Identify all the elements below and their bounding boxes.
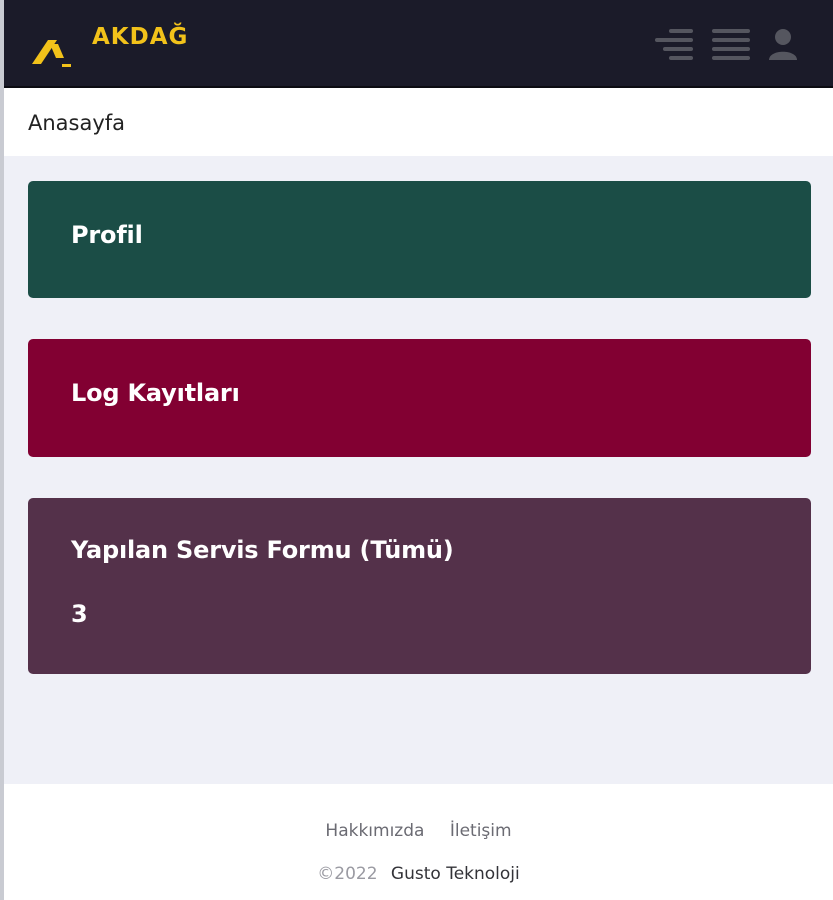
dashboard-content: Profil Log Kayıtları Yapılan Servis Form… — [4, 156, 833, 784]
breadcrumb-current: Anasayfa — [28, 111, 126, 135]
log-records-card-title: Log Kayıtları — [71, 379, 240, 407]
top-navbar: AKDAĞ — [4, 0, 833, 88]
service-forms-card-title: Yapılan Servis Formu (Tümü) — [71, 536, 454, 564]
footer-link-contact[interactable]: İletişim — [450, 821, 512, 841]
log-records-card[interactable]: Log Kayıtları — [28, 339, 811, 457]
service-forms-count: 3 — [71, 600, 88, 628]
sidebar-toggle-icon[interactable] — [655, 27, 695, 61]
breadcrumb: Anasayfa — [4, 90, 833, 156]
company-link[interactable]: Gusto Teknoloji — [391, 864, 520, 884]
service-forms-card[interactable]: Yapılan Servis Formu (Tümü) 3 — [28, 498, 811, 674]
app-frame: AKDAĞ Anasayfa Profil Log Kayıtları Yapı… — [0, 0, 833, 900]
user-icon[interactable] — [767, 27, 799, 61]
menu-icon[interactable] — [711, 27, 751, 61]
brand-logo[interactable]: AKDAĞ — [28, 22, 188, 70]
footer-link-about[interactable]: Hakkımızda — [325, 821, 424, 841]
profile-card-title: Profil — [71, 221, 143, 249]
footer: Hakkımızda İletişim ©2022 Gusto Teknoloj… — [4, 784, 833, 900]
copyright-year: ©2022 — [317, 864, 378, 884]
brand-name: AKDAĞ — [92, 24, 189, 50]
logo-mark-icon — [32, 40, 71, 67]
profile-card[interactable]: Profil — [28, 181, 811, 298]
